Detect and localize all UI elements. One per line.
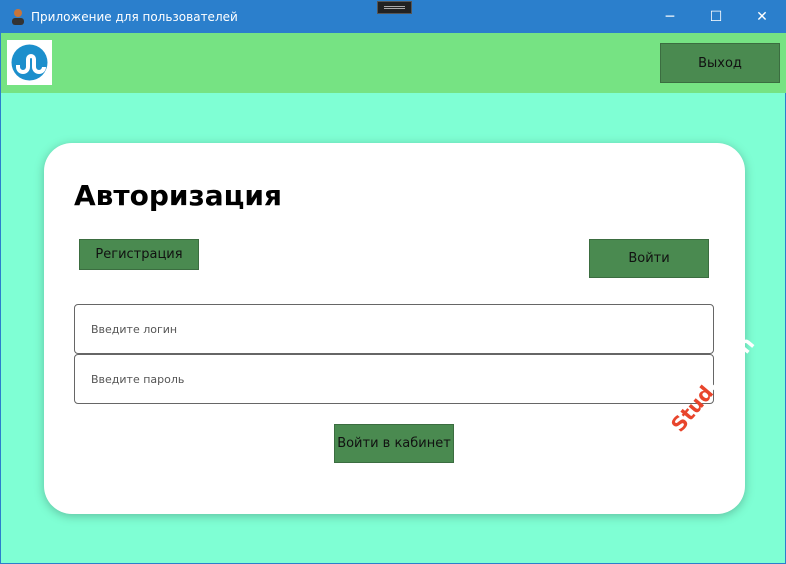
drag-handle[interactable] (377, 1, 412, 14)
stumbleupon-logo-icon (11, 44, 48, 81)
enter-cabinet-button[interactable]: Войти в кабинет (334, 424, 454, 463)
login-input[interactable]: Введите логин (74, 304, 714, 354)
auth-card: Авторизация Регистрация Войти Введите ло… (44, 143, 745, 514)
exit-button[interactable]: Выход (660, 43, 780, 83)
close-button[interactable]: ✕ (739, 1, 785, 33)
login-button[interactable]: Войти (589, 239, 709, 278)
header-bar: Выход (1, 33, 786, 93)
minimize-button[interactable]: ─ (647, 1, 693, 33)
maximize-button[interactable]: ☐ (693, 1, 739, 33)
user-app-icon (12, 9, 24, 25)
logo (7, 40, 52, 85)
password-input[interactable]: Введите пароль (74, 354, 714, 404)
page-title: Авторизация (74, 179, 283, 212)
title-bar: Приложение для пользователей ─ ☐ ✕ (1, 1, 786, 33)
register-button[interactable]: Регистрация (79, 239, 199, 270)
window-title: Приложение для пользователей (31, 10, 238, 24)
